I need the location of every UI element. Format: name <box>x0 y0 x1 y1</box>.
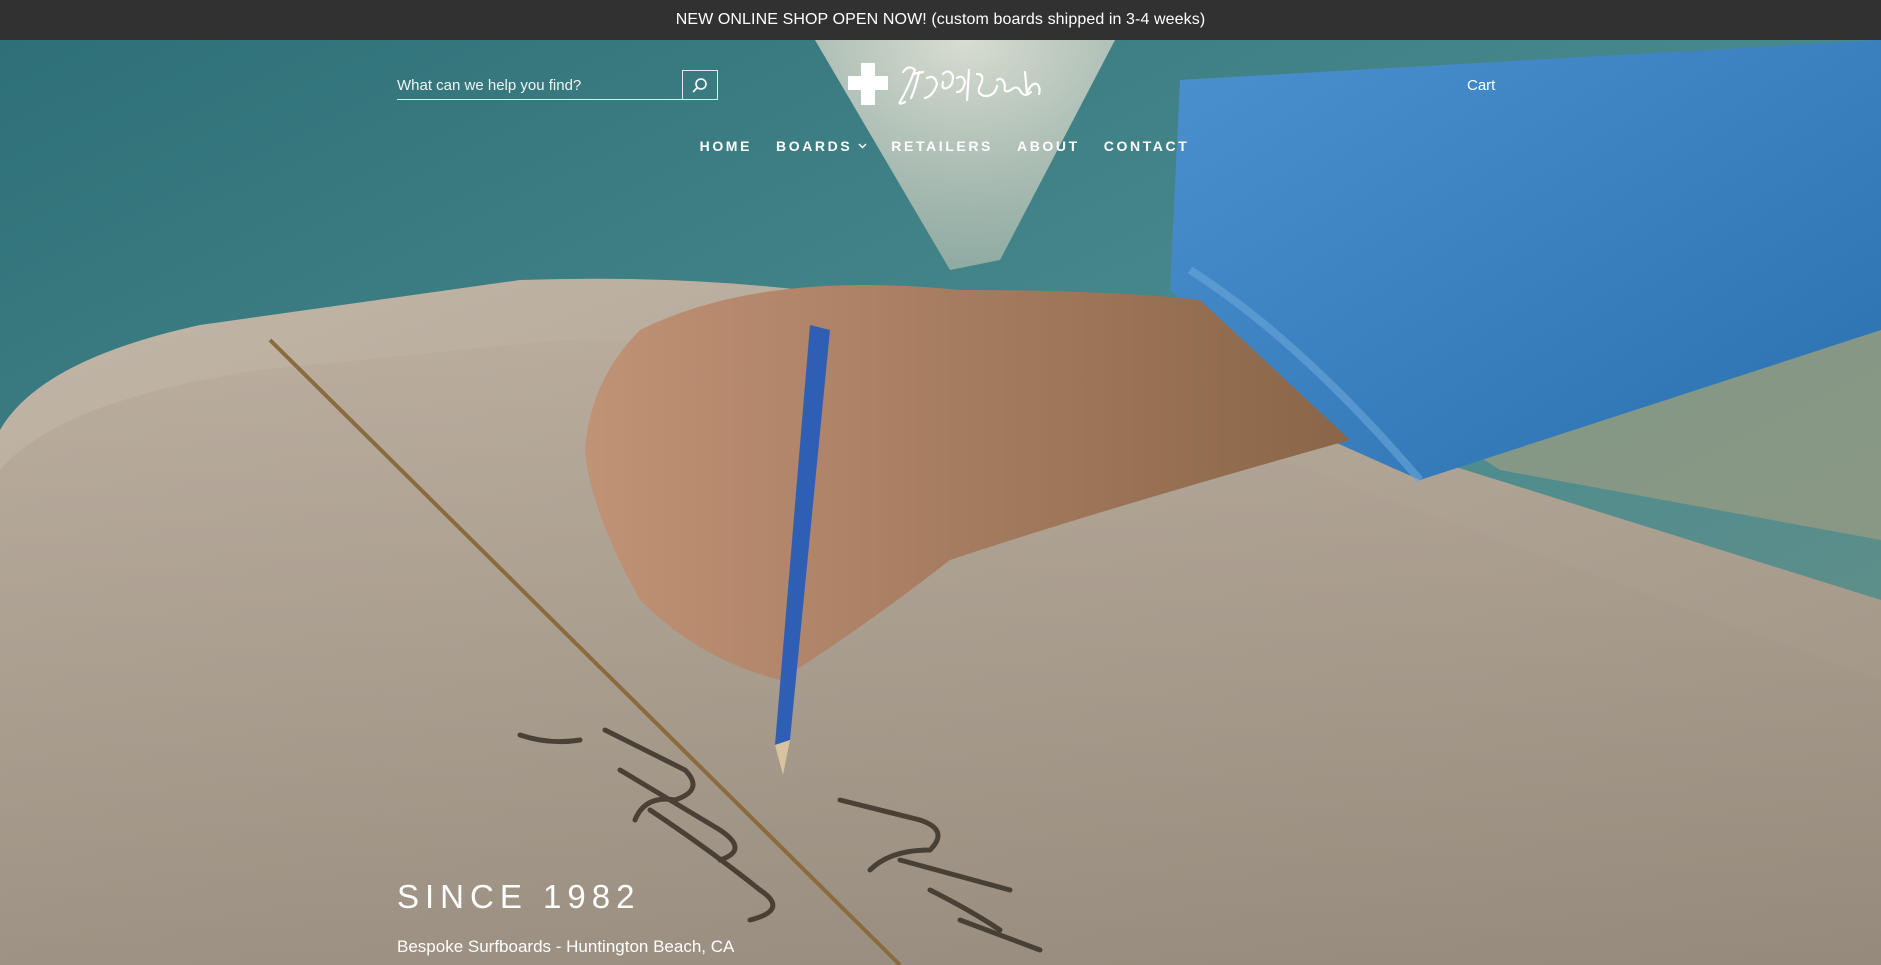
site-header: Cart HOME BOARDS RETAILERS ABOUT CONTACT <box>0 40 1881 170</box>
nav-item-about[interactable]: ABOUT <box>1017 138 1080 154</box>
search-button[interactable] <box>682 70 718 100</box>
announcement-text: NEW ONLINE SHOP OPEN NOW! (custom boards… <box>675 11 1206 28</box>
nav-item-contact[interactable]: CONTACT <box>1104 138 1190 154</box>
nav-item-retailers[interactable]: RETAILERS <box>891 138 993 154</box>
nav-item-home[interactable]: HOME <box>700 138 752 154</box>
nav-item-label: BOARDS <box>776 138 853 154</box>
hero-photo <box>0 40 1881 965</box>
nav-item-label: CONTACT <box>1103 138 1190 154</box>
nav-item-label: HOME <box>699 138 753 154</box>
search-input[interactable] <box>397 70 682 100</box>
site-logo[interactable] <box>847 60 1047 110</box>
main-navigation: HOME BOARDS RETAILERS ABOUT CONTACT <box>0 138 1881 154</box>
hero-subtitle: Bespoke Surfboards - Huntington Beach, C… <box>397 937 735 956</box>
nav-item-boards[interactable]: BOARDS <box>776 138 867 154</box>
plus-cross-icon <box>848 63 888 105</box>
hero-title: SINCE 1982 <box>397 878 641 915</box>
announcement-bar: NEW ONLINE SHOP OPEN NOW! (custom boards… <box>0 0 1881 40</box>
logo-wordmark-signature <box>898 66 1041 105</box>
logo-mark <box>848 63 1041 105</box>
nav-item-label: ABOUT <box>1017 138 1080 154</box>
cart-link[interactable]: Cart <box>1467 77 1495 94</box>
search-icon <box>692 78 707 93</box>
nav-item-label: RETAILERS <box>891 138 993 154</box>
search-form <box>397 70 718 100</box>
chevron-down-icon <box>858 143 867 149</box>
hero-image <box>0 40 1881 965</box>
hero-text-block: SINCE 1982 Bespoke Surfboards - Huntingt… <box>397 878 734 956</box>
